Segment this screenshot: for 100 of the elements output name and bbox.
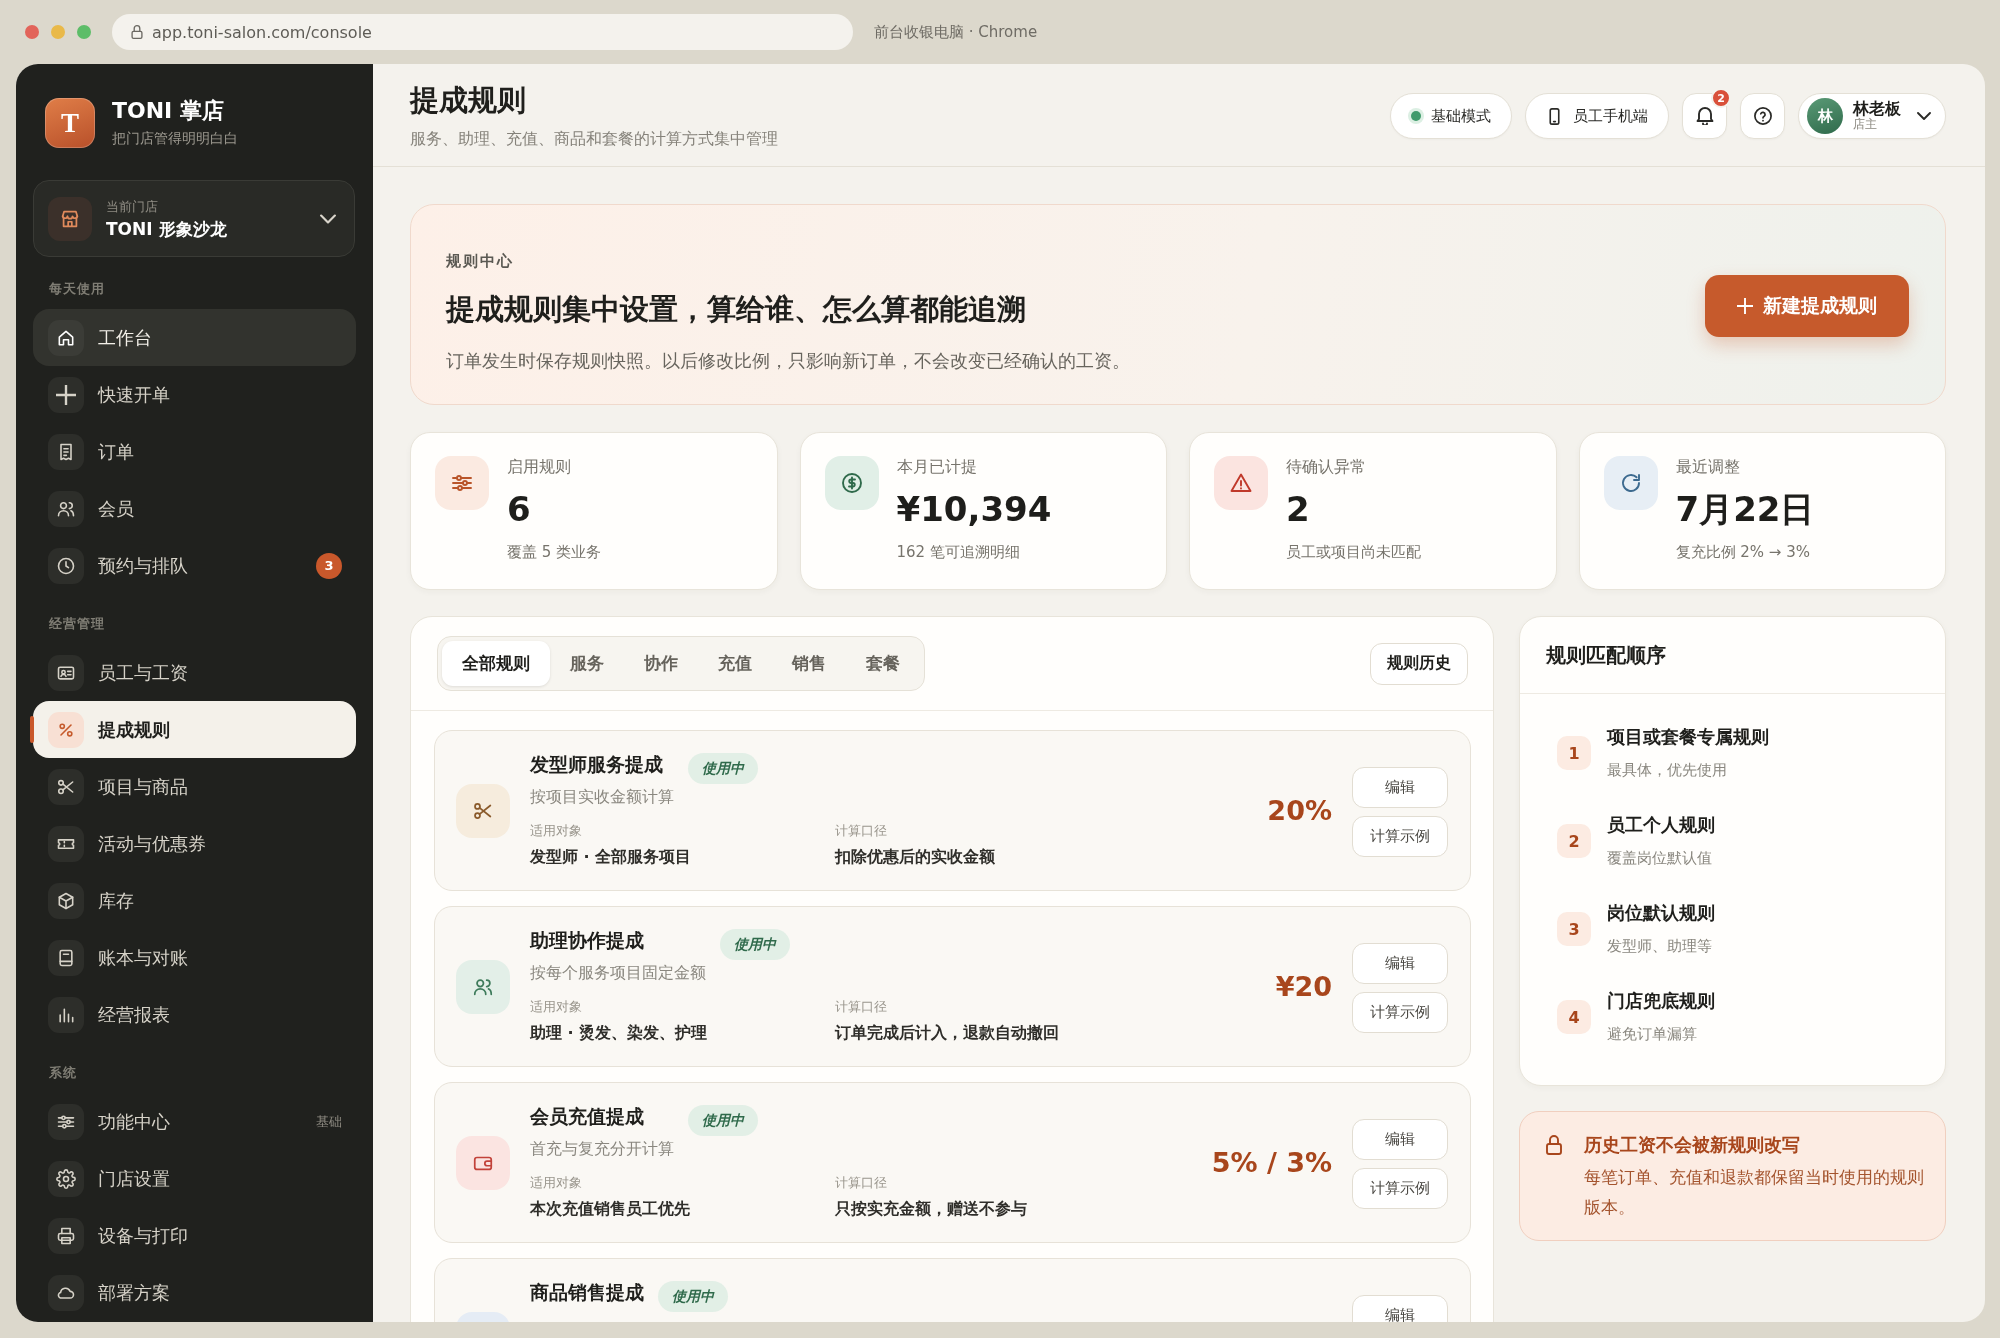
commission-amount: ¥20 — [1275, 971, 1332, 1002]
settings-icon — [48, 1160, 84, 1197]
status-dot-icon — [1411, 111, 1421, 121]
phone-icon — [1546, 107, 1563, 125]
rule-history-button[interactable]: 规则历史 — [1370, 642, 1468, 685]
nav-section-title: 每天使用 — [48, 280, 106, 298]
example-button[interactable]: 计算示例 — [1352, 992, 1448, 1033]
field-label: 适用对象 — [530, 998, 583, 1016]
edit-button[interactable]: 编辑 — [1352, 1119, 1448, 1160]
nav-item[interactable]: 经营报表 — [33, 986, 356, 1043]
commission-amount: 20% — [1267, 795, 1332, 826]
sliders-icon — [48, 1103, 84, 1140]
edit-button[interactable]: 编辑 — [1352, 1295, 1448, 1322]
nav-section-title: 经营管理 — [48, 615, 106, 633]
store-selector[interactable]: 当前门店 TONI 形象沙龙 — [33, 180, 355, 257]
nav-item[interactable]: 活动与优惠券 — [33, 815, 356, 872]
plus-icon — [48, 376, 84, 413]
stat-label: 最近调整 — [1675, 456, 1741, 478]
people-icon — [48, 490, 84, 527]
hero-description: 订单发生时保存规则快照。以后修改比例，只影响新订单，不会改变已经确认的工资。 — [446, 349, 1130, 373]
edit-button[interactable]: 编辑 — [1352, 767, 1448, 808]
step-note: 发型师、助理等 — [1607, 936, 1713, 957]
nav-item[interactable]: 账本与对账 — [33, 929, 356, 986]
page-subtitle: 服务、助理、充值、商品和套餐的计算方式集中管理 — [410, 128, 778, 150]
hero-title: 提成规则集中设置，算给谁、怎么算都能追溯 — [446, 291, 1027, 327]
stat-value: 2 — [1286, 489, 1311, 529]
stat-value: 7月22日 — [1675, 489, 1815, 529]
new-rule-button[interactable]: 新建提成规则 — [1705, 275, 1909, 337]
status-badge: 使用中 — [720, 929, 790, 960]
id-card-icon — [48, 654, 84, 691]
zoom-window-icon[interactable] — [77, 25, 91, 39]
nav-item[interactable]: 部署方案 — [33, 1264, 356, 1321]
count-badge: 3 — [316, 552, 342, 579]
stat-note: 覆盖 5 类业务 — [507, 542, 602, 563]
field-label: 计算口径 — [835, 998, 888, 1016]
book-icon — [48, 939, 84, 976]
commission-amount: 5% / 3% — [1211, 1147, 1332, 1178]
edit-button[interactable]: 编辑 — [1352, 943, 1448, 984]
mode-button[interactable]: 基础模式 — [1390, 93, 1512, 139]
sliders-icon — [435, 456, 489, 510]
field-label: 适用对象 — [530, 822, 583, 840]
ticket-icon — [48, 825, 84, 862]
rule-title: 发型师服务提成 — [530, 753, 664, 775]
notice-title: 历史工资不会被新规则改写 — [1584, 1133, 1801, 1157]
lock-icon — [1544, 1135, 1564, 1155]
refresh-icon — [1603, 456, 1658, 510]
address-bar[interactable]: app.toni-salon.com/console — [112, 14, 853, 50]
filter-tab[interactable]: 服务 — [550, 641, 624, 686]
home-icon — [48, 319, 84, 356]
filter-tab[interactable]: 协作 — [624, 641, 698, 686]
app-name: TONI 掌店 — [112, 98, 225, 124]
nav-item[interactable]: 门店设置 — [33, 1150, 356, 1207]
wallet-icon — [456, 1135, 510, 1190]
stat-note: 员工或项目尚未匹配 — [1286, 542, 1421, 563]
stat-note: 162 笔可追溯明细 — [896, 542, 1021, 563]
close-window-icon[interactable] — [25, 25, 39, 39]
warning-icon — [1214, 456, 1268, 510]
status-badge: 使用中 — [688, 753, 758, 784]
status-badge: 使用中 — [658, 1281, 728, 1312]
step-number: 3 — [1557, 912, 1591, 946]
step-number: 2 — [1557, 824, 1591, 858]
example-button[interactable]: 计算示例 — [1352, 1168, 1448, 1209]
minimize-window-icon[interactable] — [51, 25, 65, 39]
nav-item[interactable]: 功能中心 基础 — [33, 1093, 356, 1150]
printer-icon — [48, 1217, 84, 1254]
step-title: 岗位默认规则 — [1607, 901, 1715, 925]
cube-icon — [48, 882, 84, 919]
nav-item[interactable]: 预约与排队 3 — [33, 537, 356, 594]
nav-item[interactable]: 项目与商品 — [33, 758, 356, 815]
chevron-down-icon — [1917, 109, 1931, 123]
step-note: 覆盖岗位默认值 — [1607, 848, 1713, 869]
nav-item[interactable]: 工作台 — [33, 309, 356, 366]
staff-mobile-button[interactable]: 员工手机端 — [1525, 93, 1669, 139]
nav-item[interactable]: 提成规则 — [33, 701, 356, 758]
user-menu-button[interactable]: 林 林老板 店主 — [1798, 93, 1946, 139]
nav-item[interactable]: 订单 — [33, 423, 356, 480]
store-icon — [48, 196, 92, 241]
lock-icon — [130, 25, 144, 39]
rule-title: 会员充值提成 — [530, 1105, 645, 1127]
plan-tag: 基础 — [316, 1112, 342, 1131]
filter-tab[interactable]: 销售 — [772, 641, 846, 686]
nav-item[interactable]: 快速开单 — [33, 366, 356, 423]
page-title: 提成规则 — [410, 82, 527, 118]
nav-item[interactable]: 设备与打印 — [33, 1207, 356, 1264]
stat-label: 待确认异常 — [1286, 456, 1367, 478]
hero-eyebrow: 规则中心 — [446, 251, 515, 271]
field-value: 助理 · 烫发、染发、护理 — [530, 1022, 709, 1044]
field-label: 适用对象 — [530, 1174, 583, 1192]
filter-tab[interactable]: 套餐 — [846, 641, 920, 686]
example-button[interactable]: 计算示例 — [1352, 816, 1448, 857]
field-value: 本次充值销售员工优先 — [530, 1198, 691, 1220]
filter-tab[interactable]: 充值 — [698, 641, 772, 686]
nav-item[interactable]: 库存 — [33, 872, 356, 929]
app-logo: T — [45, 98, 95, 148]
help-button[interactable] — [1740, 93, 1785, 139]
nav-item[interactable]: 会员 — [33, 480, 356, 537]
rule-description: 按项目实收金额计算 — [530, 786, 674, 808]
filter-tab[interactable]: 全部规则 — [442, 641, 550, 686]
field-value: 订单完成后计入，退款自动撤回 — [835, 1022, 1060, 1044]
nav-item[interactable]: 员工与工资 — [33, 644, 356, 701]
